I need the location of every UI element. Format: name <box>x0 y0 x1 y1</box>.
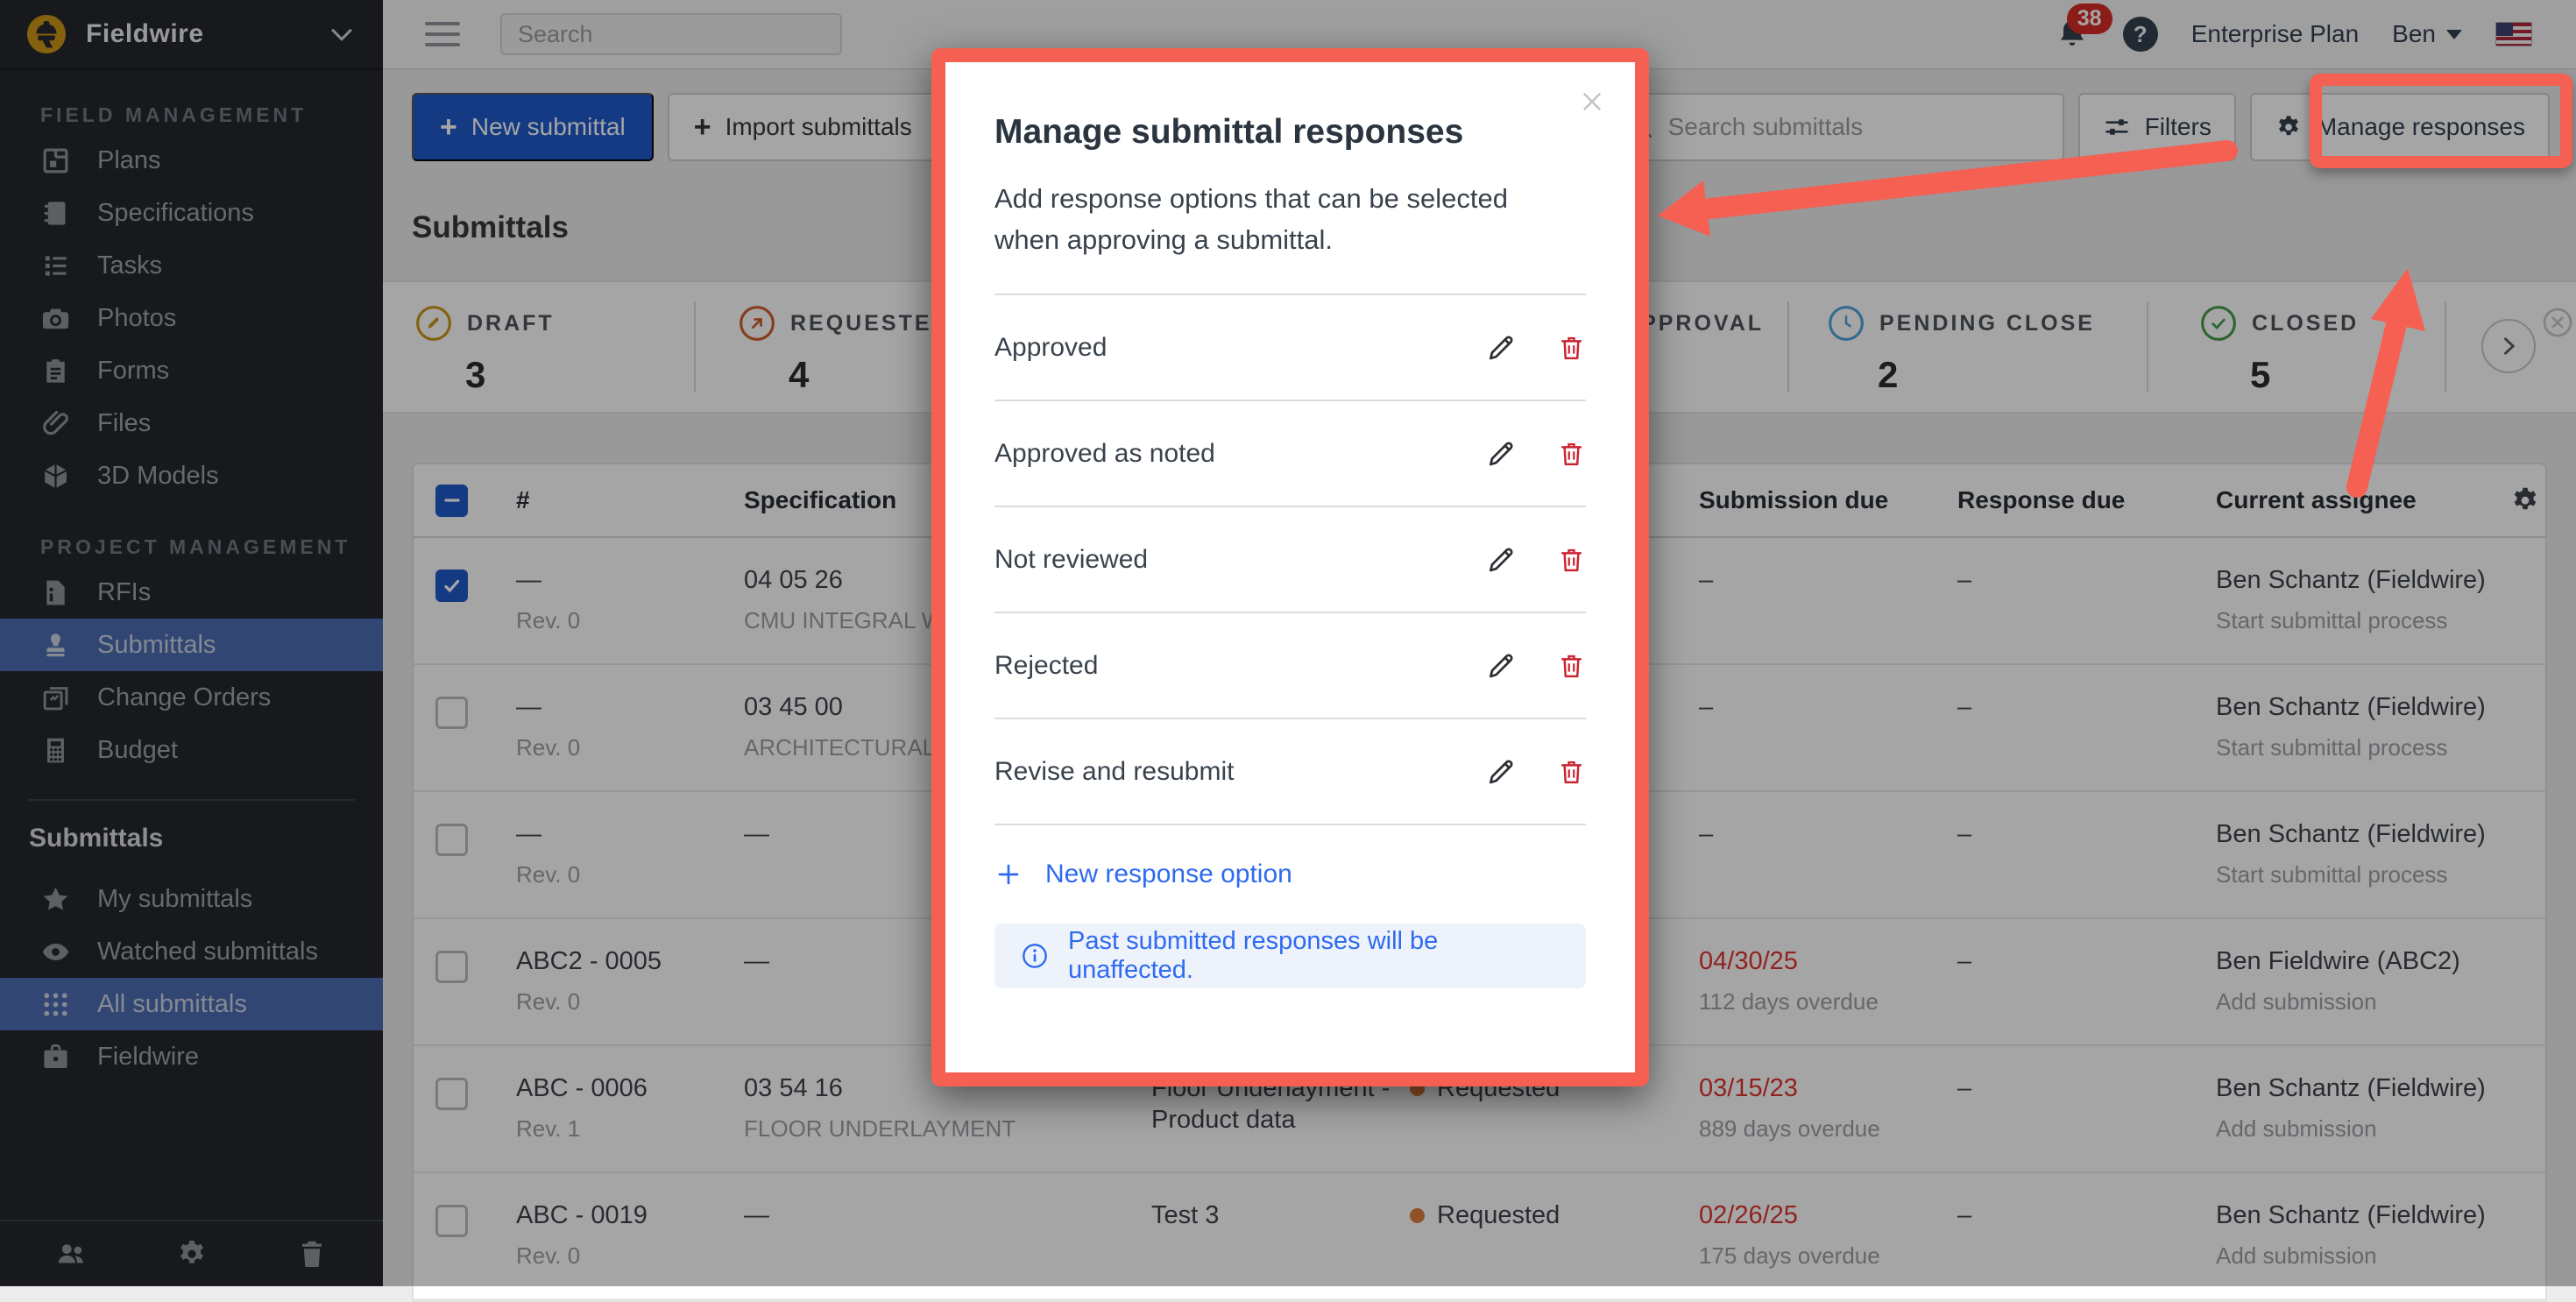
response-option-row: Approved as noted <box>994 401 1586 507</box>
edit-pencil-icon[interactable] <box>1485 438 1517 470</box>
modal-title: Manage submittal responses <box>994 113 1586 152</box>
new-response-option-button[interactable]: New response option <box>994 825 1586 923</box>
edit-pencil-icon[interactable] <box>1485 650 1517 682</box>
edit-pencil-icon[interactable] <box>1485 756 1517 788</box>
response-option-row: Not reviewed <box>994 507 1586 613</box>
response-option-row: Approved <box>994 295 1586 401</box>
response-option-row: Revise and resubmit <box>994 719 1586 825</box>
response-option-label: Approved <box>994 333 1107 363</box>
delete-trash-icon[interactable] <box>1557 333 1586 362</box>
response-options-list: Approved Approved as noted Not reviewed … <box>994 295 1586 825</box>
manage-responses-modal: Manage submittal responses Add response … <box>931 48 1649 1086</box>
delete-trash-icon[interactable] <box>1557 439 1586 468</box>
info-icon <box>1021 942 1049 970</box>
delete-trash-icon[interactable] <box>1557 757 1586 786</box>
delete-trash-icon[interactable] <box>1557 651 1586 680</box>
modal-description: Add response options that can be selecte… <box>994 178 1586 260</box>
edit-pencil-icon[interactable] <box>1485 332 1517 364</box>
close-icon[interactable] <box>1577 87 1607 117</box>
delete-trash-icon[interactable] <box>1557 545 1586 574</box>
modal-note-text: Past submitted responses will be unaffec… <box>1068 927 1560 985</box>
response-option-label: Revise and resubmit <box>994 757 1234 787</box>
response-option-label: Approved as noted <box>994 439 1215 469</box>
modal-info-banner: Past submitted responses will be unaffec… <box>994 923 1586 988</box>
response-option-label: Rejected <box>994 651 1098 681</box>
response-option-row: Rejected <box>994 613 1586 719</box>
edit-pencil-icon[interactable] <box>1485 544 1517 576</box>
plus-icon <box>994 860 1023 888</box>
response-option-label: Not reviewed <box>994 545 1148 575</box>
